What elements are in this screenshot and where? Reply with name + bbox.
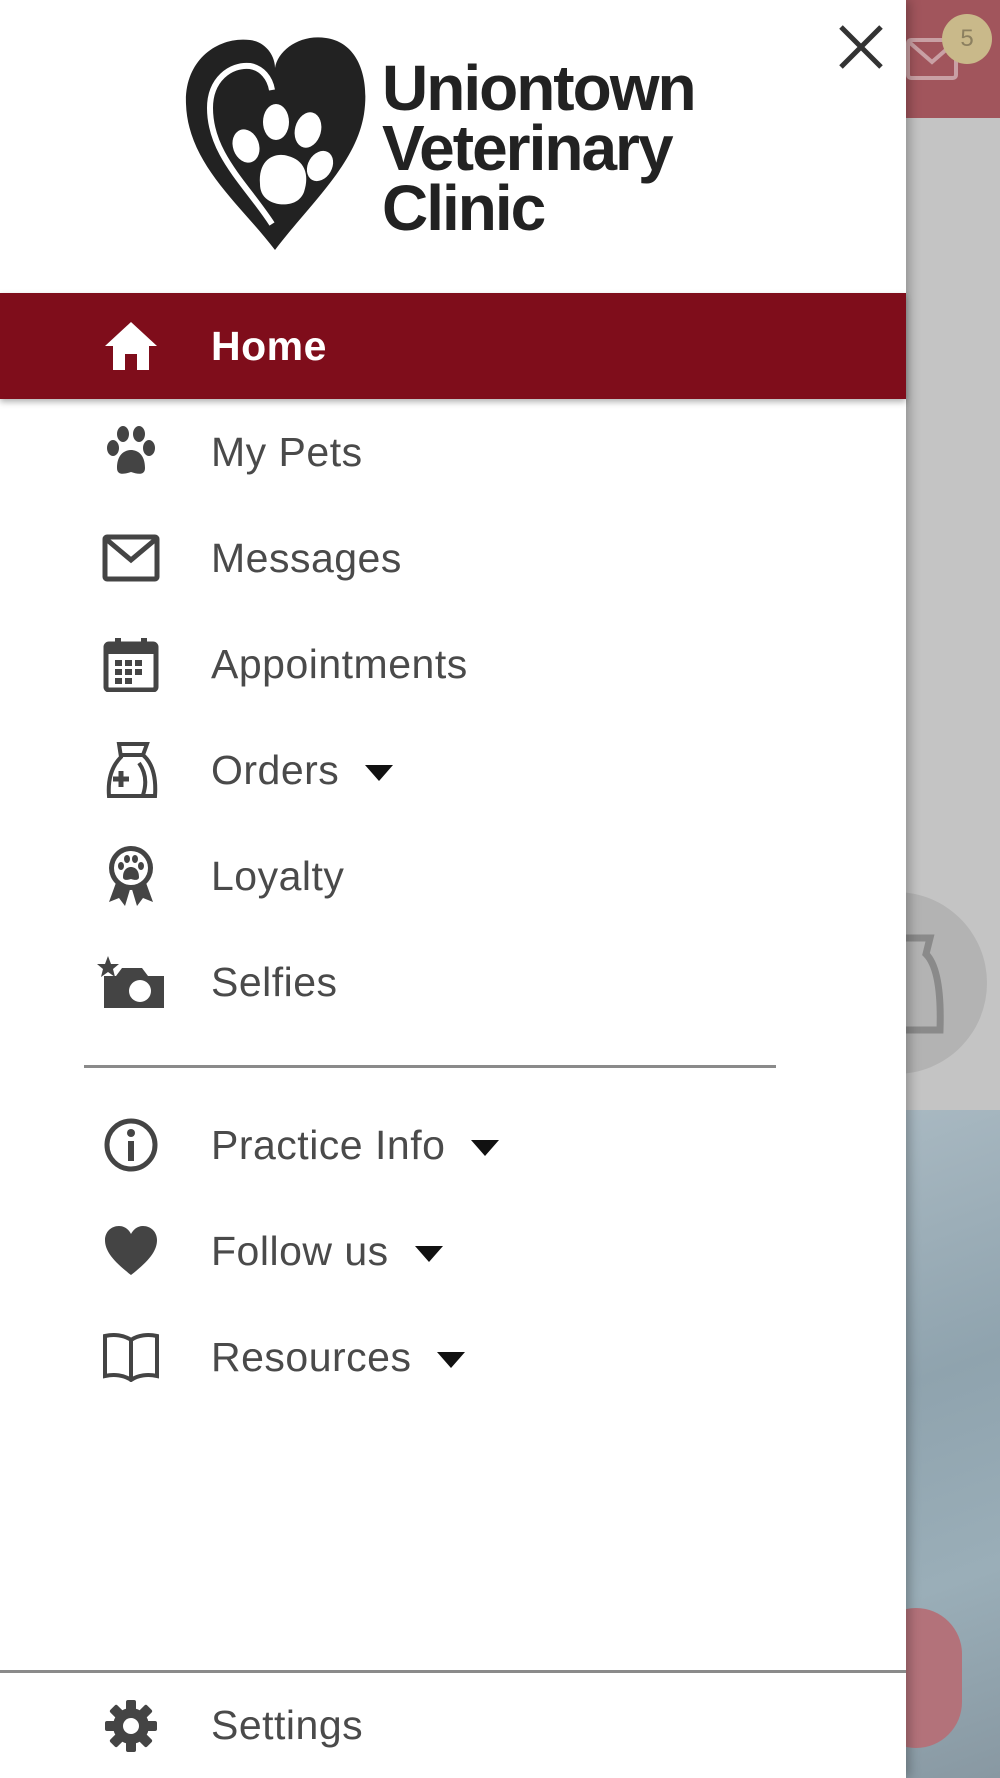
nav-item-label: My Pets bbox=[211, 428, 363, 475]
section-divider bbox=[84, 1065, 776, 1068]
nav-item-label: Follow us bbox=[211, 1228, 443, 1275]
nav-item-resources[interactable]: Resources bbox=[0, 1304, 906, 1410]
practice-info-label-text: Practice Info bbox=[211, 1121, 446, 1168]
chevron-down-icon[interactable] bbox=[437, 1351, 466, 1368]
nav-item-orders[interactable]: Orders bbox=[0, 717, 906, 823]
logo-line-1: Uniontown bbox=[382, 52, 697, 124]
book-icon bbox=[96, 1322, 166, 1392]
nav-item-label: Messages bbox=[211, 534, 402, 581]
nav-item-label: Selfies bbox=[211, 958, 338, 1005]
clinic-name: Uniontown Veterinary Clinic bbox=[382, 52, 697, 244]
resources-label-text: Resources bbox=[211, 1333, 412, 1380]
award-ribbon-icon bbox=[96, 841, 166, 911]
info-icon bbox=[96, 1110, 166, 1180]
nav-item-selfies[interactable]: Selfies bbox=[0, 929, 906, 1035]
chevron-down-icon[interactable] bbox=[365, 764, 394, 781]
paw-icon bbox=[96, 417, 166, 487]
nav-item-home[interactable]: Home bbox=[0, 293, 906, 399]
nav-item-practice-info[interactable]: Practice Info bbox=[0, 1092, 906, 1198]
nav-item-messages[interactable]: Messages bbox=[0, 505, 906, 611]
close-icon bbox=[839, 25, 883, 69]
envelope-icon bbox=[96, 523, 166, 593]
nav-item-label: Settings bbox=[211, 1702, 364, 1748]
nav-item-settings[interactable]: Settings bbox=[0, 1673, 906, 1778]
close-button[interactable] bbox=[830, 16, 892, 78]
medicine-bag-icon bbox=[96, 735, 166, 805]
nav-item-loyalty[interactable]: Loyalty bbox=[0, 823, 906, 929]
home-icon bbox=[96, 311, 166, 381]
calendar-icon bbox=[96, 629, 166, 699]
message-count-badge: 5 bbox=[942, 14, 992, 64]
nav-item-my-pets[interactable]: My Pets bbox=[0, 399, 906, 505]
nav-item-label: Resources bbox=[211, 1333, 466, 1381]
chevron-down-icon[interactable] bbox=[471, 1139, 500, 1156]
primary-nav: Home My Pets Messages Appointments Order… bbox=[0, 293, 906, 1035]
nav-item-label: Orders bbox=[211, 746, 394, 794]
nav-item-appointments[interactable]: Appointments bbox=[0, 611, 906, 717]
nav-item-label: Loyalty bbox=[211, 852, 345, 899]
heart-paw-icon bbox=[185, 37, 366, 250]
clinic-logo: Uniontown Veterinary Clinic bbox=[180, 34, 740, 254]
heart-icon bbox=[96, 1216, 166, 1286]
chevron-down-icon[interactable] bbox=[414, 1245, 443, 1262]
secondary-nav: Practice Info Follow us Resources bbox=[0, 1092, 906, 1410]
nav-item-label: Practice Info bbox=[211, 1121, 500, 1169]
follow-us-label-text: Follow us bbox=[211, 1227, 389, 1274]
gear-icon bbox=[96, 1691, 166, 1761]
camera-icon bbox=[96, 947, 166, 1017]
nav-item-label: Appointments bbox=[211, 640, 468, 687]
orders-label-text: Orders bbox=[211, 746, 340, 793]
nav-item-label: Home bbox=[211, 322, 327, 369]
navigation-drawer: Uniontown Veterinary Clinic Home My Pets… bbox=[0, 0, 906, 1778]
logo-line-3: Clinic bbox=[382, 172, 546, 244]
logo-line-2: Veterinary bbox=[382, 112, 674, 184]
nav-item-follow-us[interactable]: Follow us bbox=[0, 1198, 906, 1304]
